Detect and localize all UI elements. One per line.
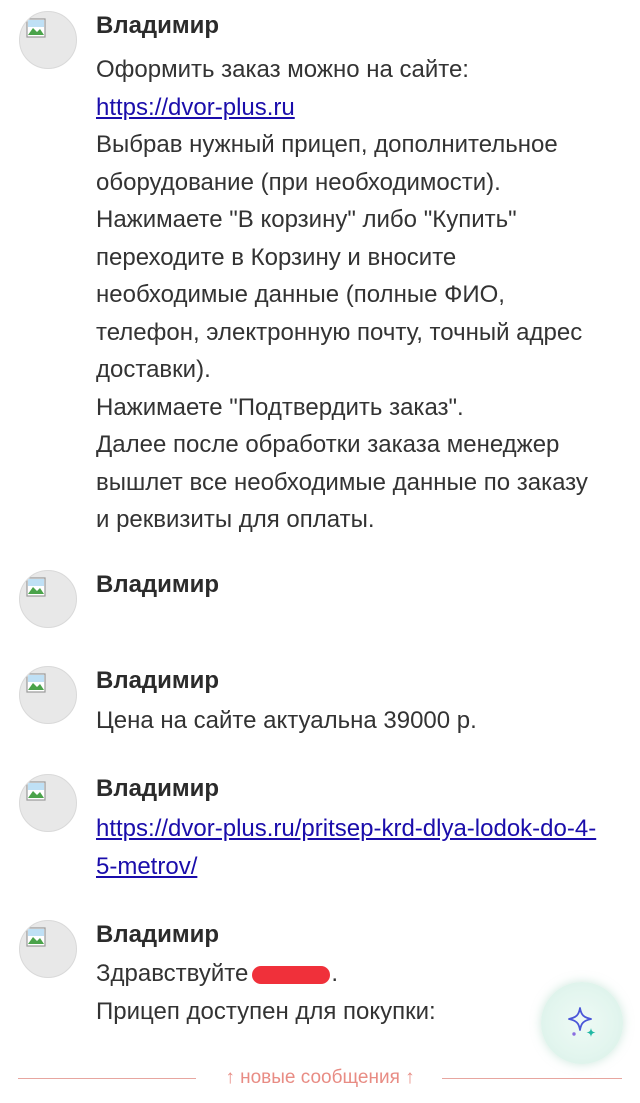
divider-line xyxy=(442,1078,622,1079)
new-messages-divider[interactable]: ↑ новые сообщения ↑ xyxy=(0,1067,640,1098)
message-author: Владимир xyxy=(96,775,220,802)
new-messages-label[interactable]: ↑ новые сообщения ↑ xyxy=(200,1067,440,1089)
message-author: Владимир xyxy=(96,921,220,948)
broken-image-icon xyxy=(26,673,46,693)
divider-line xyxy=(18,1078,196,1079)
message-line: Цена на сайте актуальна 39000 р. xyxy=(96,707,477,734)
greeting-end: . xyxy=(331,960,339,987)
broken-image-icon xyxy=(26,577,46,597)
sparkle-icon xyxy=(568,1007,596,1037)
message-line: вышлет все необходимые данные по заказу xyxy=(96,468,588,496)
message-line: телефон, электронную почту, точный адрес xyxy=(96,318,583,346)
avatar[interactable] xyxy=(19,666,77,724)
message-line: Оформить заказ можно на сайте: xyxy=(96,56,469,83)
greeting-line: Здравствуйте. xyxy=(96,955,626,993)
product-link-line[interactable]: 5-metrov/ xyxy=(96,848,626,886)
message-body: https://dvor-plus.ru/pritsep-krd-dlya-lo… xyxy=(96,810,626,885)
site-link[interactable]: https://dvor-plus.ru xyxy=(96,89,626,127)
message-line: Нажимаете "Подтвердить заказ". xyxy=(96,393,464,421)
site-link-text[interactable]: https://dvor-plus.ru xyxy=(96,94,295,121)
greeting-text: Здравствуйте xyxy=(96,960,249,987)
message-line: Далее после обработки заказа менеджер xyxy=(96,431,560,458)
broken-image-icon xyxy=(26,781,46,801)
avatar[interactable] xyxy=(19,920,77,978)
product-link-line[interactable]: https://dvor-plus.ru/pritsep-krd-dlya-lo… xyxy=(96,810,626,848)
message-body: Цена на сайте актуальна 39000 р. xyxy=(96,702,626,740)
message-line: переходите в Корзину и вносите xyxy=(96,243,457,271)
avatar[interactable] xyxy=(19,11,77,69)
broken-image-icon xyxy=(26,927,46,947)
message-line: Нажимаете "В корзину" либо "Купить" xyxy=(96,206,517,233)
message-line: Выбрав нужный прицеп, дополнительное xyxy=(96,131,558,158)
ai-assistant-button[interactable] xyxy=(541,982,623,1064)
message-author: Владимир xyxy=(96,12,220,39)
message-line: и реквизиты для оплаты. xyxy=(96,506,375,533)
message-line: оборудование (при необходимости). xyxy=(96,168,501,196)
avatar[interactable] xyxy=(19,570,77,628)
message-line: доставки). xyxy=(96,356,211,383)
message-body: Оформить заказ можно на сайте: https://d… xyxy=(96,51,626,539)
broken-image-icon xyxy=(26,18,46,38)
message-line: необходимые данные (полные ФИО, xyxy=(96,281,505,308)
redaction-mark xyxy=(252,965,331,984)
message-author: Владимир xyxy=(96,571,220,598)
avatar[interactable] xyxy=(19,774,77,832)
message-author: Владимир xyxy=(96,667,220,694)
